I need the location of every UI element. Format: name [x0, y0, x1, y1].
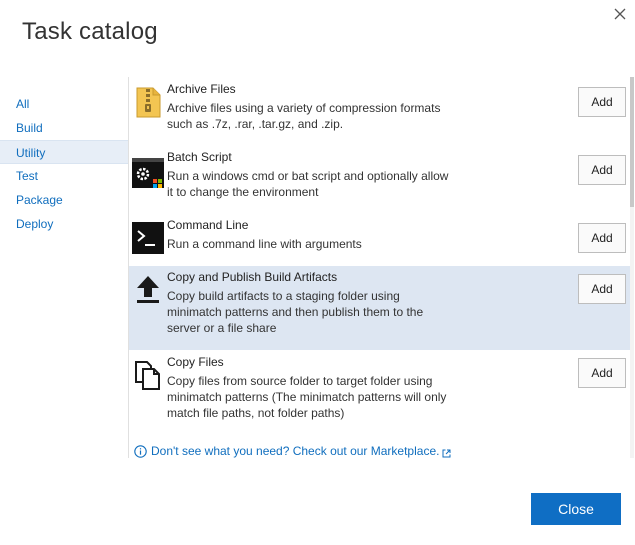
task-description: Run a command line with arguments	[167, 237, 362, 251]
add-archive-files-button[interactable]: Add	[578, 87, 626, 117]
add-copy-and-publish-button[interactable]: Add	[578, 274, 626, 304]
category-utility[interactable]: Utility	[0, 140, 128, 164]
scrollbar-thumb[interactable]	[630, 77, 634, 207]
upload-arrow-icon	[131, 272, 165, 306]
category-package[interactable]: Package	[0, 188, 128, 212]
category-all[interactable]: All	[0, 92, 128, 116]
add-copy-files-button[interactable]: Add	[578, 358, 626, 388]
dialog-title: Task catalog	[22, 18, 158, 45]
copy-files-icon	[131, 358, 165, 392]
task-description: Copy files from source folder to target …	[167, 374, 447, 420]
archive-zip-icon	[131, 85, 165, 119]
task-row-batch-script[interactable]: Batch Script Run a windows cmd or bat sc…	[129, 145, 631, 213]
command-line-icon	[131, 221, 165, 255]
task-name: Copy Files	[167, 355, 224, 369]
category-test[interactable]: Test	[0, 164, 128, 188]
task-description: Archive files using a variety of compres…	[167, 101, 441, 131]
task-row-command-line[interactable]: Command Line Run a command line with arg…	[129, 213, 631, 266]
category-build[interactable]: Build	[0, 116, 128, 140]
external-link-icon	[442, 447, 451, 457]
add-command-line-button[interactable]: Add	[578, 223, 626, 253]
task-list-scrollbar[interactable]	[630, 77, 634, 458]
task-name: Copy and Publish Build Artifacts	[167, 270, 338, 284]
task-description: Copy build artifacts to a staging folder…	[167, 289, 424, 335]
category-sidebar: All Build Utility Test Package Deploy	[0, 92, 128, 236]
category-deploy[interactable]: Deploy	[0, 212, 128, 236]
task-row-copy-files[interactable]: Copy Files Copy files from source folder…	[129, 350, 631, 434]
marketplace-link-text[interactable]: Don't see what you need? Check out our M…	[151, 444, 439, 458]
dialog-close-icon[interactable]	[609, 3, 631, 25]
task-description: Run a windows cmd or bat script and opti…	[167, 169, 449, 199]
task-name: Batch Script	[167, 150, 232, 164]
task-name: Archive Files	[167, 82, 236, 96]
marketplace-link[interactable]: Don't see what you need? Check out our M…	[134, 444, 451, 458]
batch-script-icon	[131, 157, 165, 191]
close-button[interactable]: Close	[531, 493, 621, 525]
info-icon	[134, 444, 147, 458]
add-batch-script-button[interactable]: Add	[578, 155, 626, 185]
task-row-archive-files[interactable]: Archive Files Archive files using a vari…	[129, 77, 631, 145]
task-name: Command Line	[167, 218, 249, 232]
task-row-copy-and-publish-build-artifacts[interactable]: Copy and Publish Build Artifacts Copy bu…	[129, 266, 631, 350]
task-list: Archive Files Archive files using a vari…	[128, 77, 634, 458]
